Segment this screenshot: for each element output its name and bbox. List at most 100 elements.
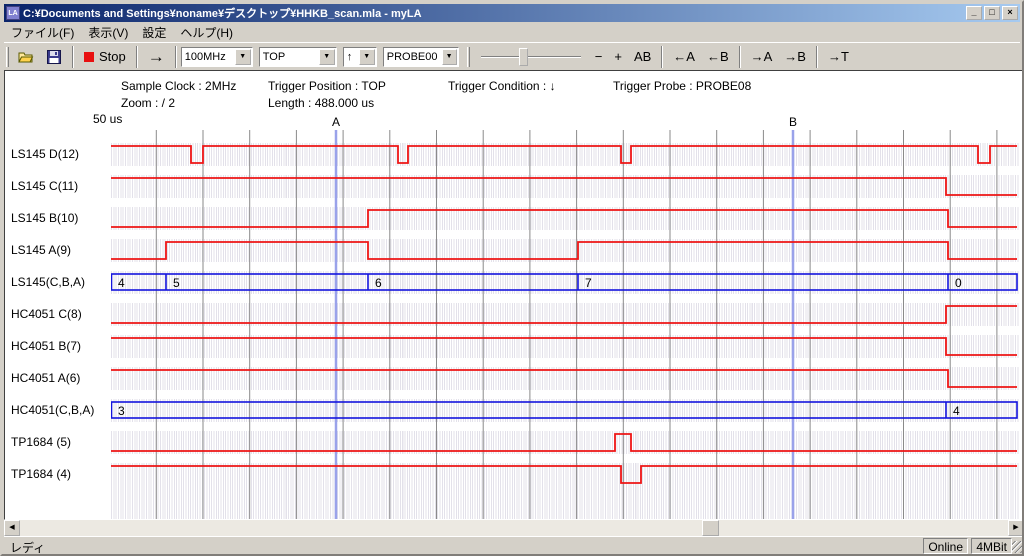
wave-trace: [111, 466, 1017, 483]
slider-track: [481, 56, 581, 58]
channel-label: HC4051 B(7): [11, 339, 111, 355]
stop-button[interactable]: Stop: [78, 45, 132, 69]
toolbar-separator: [661, 46, 663, 68]
bus-value: 3: [118, 404, 125, 418]
wave-trace: [111, 146, 1017, 163]
waveform-panel[interactable]: Sample Clock : 2MHz Trigger Position : TO…: [4, 70, 1024, 520]
run-button[interactable]: →: [142, 45, 171, 69]
app-window: LA C:¥Documents and Settings¥noname¥デスクト…: [0, 0, 1024, 556]
trigger-edge-value: ↑: [344, 51, 358, 63]
sample-clock-combo[interactable]: 100MHz ▼: [181, 47, 253, 67]
app-icon: LA: [6, 6, 20, 20]
wave-trace: [111, 210, 1017, 227]
zoom-in-button[interactable]: +: [608, 45, 628, 69]
window-title: C:¥Documents and Settings¥noname¥デスクトップ¥…: [23, 5, 964, 21]
online-status-badge: Online: [923, 538, 968, 554]
stop-label: Stop: [99, 49, 126, 64]
trigger-probe-value: PROBE00: [384, 51, 441, 63]
info-item: Trigger Probe : PROBE08: [613, 79, 751, 93]
wave-trace: [111, 242, 1017, 259]
grid-major-lines: [156, 130, 997, 519]
slider-thumb[interactable]: [519, 48, 528, 66]
chevron-down-icon[interactable]: ▼: [235, 49, 251, 65]
marker-label-A: A: [332, 115, 340, 129]
chevron-down-icon[interactable]: ▼: [359, 49, 375, 65]
run-arrow-icon: →: [148, 47, 165, 67]
maximize-button[interactable]: □: [984, 6, 1000, 20]
save-floppy-icon: [46, 49, 62, 65]
resize-grip[interactable]: [1012, 541, 1024, 553]
toolbar-separator: [739, 46, 741, 68]
channel-label: TP1684 (4): [11, 467, 111, 483]
waveform-svg[interactable]: 4 5 6 7 0 3 4: [111, 130, 1019, 519]
channel-label: LS145(C,B,A): [11, 275, 111, 291]
scrollbar-thumb[interactable]: [702, 520, 719, 536]
sample-clock-value: 100MHz: [182, 51, 234, 63]
menu-item-view[interactable]: 表示(V): [81, 22, 135, 43]
bus-value: 4: [953, 404, 960, 418]
wave-trace: [111, 370, 1017, 387]
toolbar-grip: [6, 47, 9, 67]
toolbar-grip: [467, 47, 470, 67]
save-file-button[interactable]: [40, 45, 68, 69]
bus-value: 5: [173, 276, 180, 290]
zoom-slider[interactable]: [481, 47, 581, 67]
timing-plot[interactable]: 4 5 6 7 0 3 4: [111, 130, 1019, 519]
wave-trace: [111, 306, 1017, 323]
set-marker-b-button[interactable]: ←B: [701, 45, 735, 69]
goto-marker-a-button[interactable]: →A: [745, 45, 779, 69]
wave-trace: [111, 434, 1017, 451]
scroll-left-icon[interactable]: ◀: [4, 520, 20, 536]
trigger-probe-combo[interactable]: PROBE00 ▼: [383, 47, 459, 67]
toolbar: Stop → 100MHz ▼ TOP ▼ ↑ ▼ PROBE00 ▼ −+AB…: [4, 42, 1020, 70]
memory-size-badge: 4MBit: [971, 538, 1012, 554]
set-marker-a-button[interactable]: ←A: [667, 45, 701, 69]
goto-marker-b-button[interactable]: →B: [778, 45, 812, 69]
open-folder-icon: [18, 49, 34, 65]
menu-item-settings[interactable]: 設定: [135, 22, 173, 43]
wave-trace: [111, 178, 1017, 195]
bus-value: 4: [118, 276, 125, 290]
bus-trace: [112, 402, 1018, 418]
bus-trace: [112, 274, 1018, 290]
info-item: Zoom : / 2: [121, 96, 175, 110]
info-item: Trigger Condition : ↓: [448, 79, 556, 93]
trigger-position-value: TOP: [260, 51, 318, 63]
channel-label: TP1684 (5): [11, 435, 111, 451]
title-bar[interactable]: LA C:¥Documents and Settings¥noname¥デスクト…: [4, 4, 1020, 22]
stop-icon: [84, 52, 94, 62]
toolbar-separator: [816, 46, 818, 68]
goto-trigger-button[interactable]: →T: [822, 45, 855, 69]
scroll-right-icon[interactable]: ▶: [1008, 520, 1024, 536]
chevron-down-icon[interactable]: ▼: [319, 49, 335, 65]
menu-bar: ファイル(F)表示(V)設定ヘルプ(H): [4, 22, 1020, 42]
toolbar-separator: [72, 46, 74, 68]
toolbar-separator: [175, 46, 177, 68]
menu-item-file[interactable]: ファイル(F): [4, 22, 81, 43]
trigger-edge-combo[interactable]: ↑ ▼: [343, 47, 377, 67]
open-file-button[interactable]: [12, 45, 40, 69]
close-button[interactable]: ×: [1002, 6, 1018, 20]
channel-label: HC4051 A(6): [11, 371, 111, 387]
minimize-button[interactable]: _: [966, 6, 982, 20]
bus-value: 6: [375, 276, 382, 290]
status-bar: レディ Online 4MBit: [4, 536, 1024, 554]
info-item: Sample Clock : 2MHz: [121, 79, 236, 93]
zoom-out-button[interactable]: −: [589, 45, 609, 69]
status-message: レディ: [10, 539, 45, 556]
bus-value: 7: [585, 276, 592, 290]
channel-label: LS145 A(9): [11, 243, 111, 259]
info-item: Trigger Position : TOP: [268, 79, 386, 93]
trigger-position-combo[interactable]: TOP ▼: [259, 47, 337, 67]
channel-label: LS145 C(11): [11, 179, 111, 195]
menu-item-help[interactable]: ヘルプ(H): [173, 22, 240, 43]
ab-range-button[interactable]: AB: [628, 45, 657, 69]
toolbar-separator: [136, 46, 138, 68]
chevron-down-icon[interactable]: ▼: [442, 49, 457, 65]
channel-label: HC4051(C,B,A): [11, 403, 111, 419]
bus-value: 0: [955, 276, 962, 290]
info-item: Length : 488.000 us: [268, 96, 374, 110]
marker-label-B: B: [789, 115, 797, 129]
horizontal-scrollbar[interactable]: ◀ ▶: [4, 520, 1024, 536]
wave-trace: [111, 338, 1017, 355]
